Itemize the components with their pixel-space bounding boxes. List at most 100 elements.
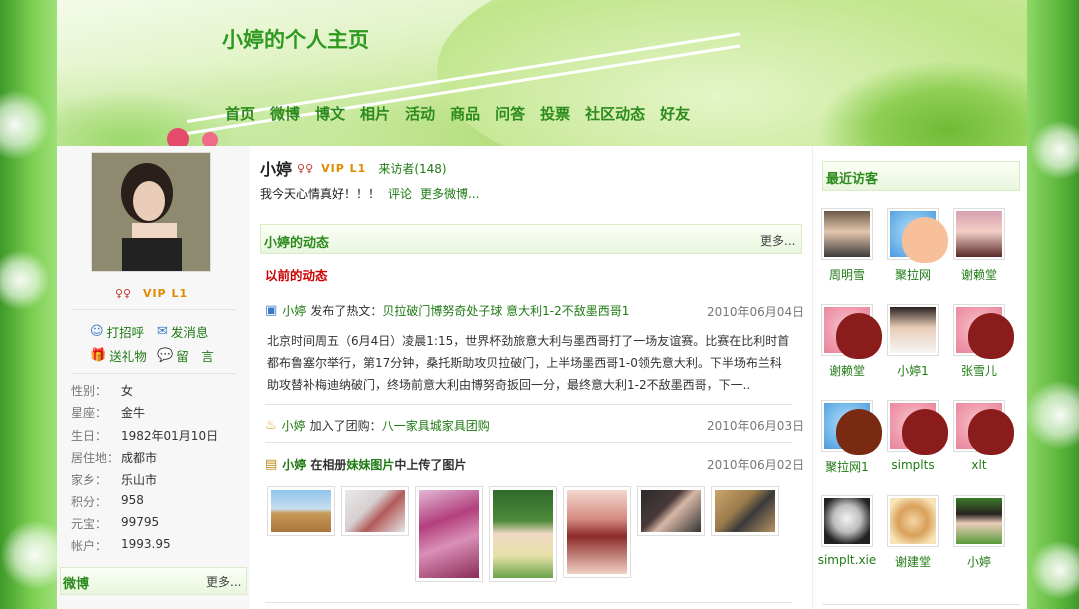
background-dandelion — [0, 250, 50, 310]
uploaded-photo[interactable] — [711, 486, 779, 536]
visitor-item[interactable]: simplt.xie — [817, 495, 877, 567]
user-name: 小婷 — [260, 160, 293, 179]
visitor-item[interactable]: 谢赖堂 — [817, 304, 882, 379]
visitor-item[interactable]: 小婷 — [949, 495, 1009, 570]
visitor-item[interactable]: 谢赖堂 — [949, 208, 1009, 283]
visitor-item[interactable]: 周明雪 — [817, 208, 877, 283]
main-nav: 首页 微博 博文 相片 活动 商品 问答 投票 社区动态 好友 — [225, 103, 705, 124]
info-key: 元宝： — [71, 517, 108, 531]
nav-weibo[interactable]: 微博 — [270, 103, 300, 124]
send-message-button[interactable]: ✉ 发消息 — [157, 322, 208, 341]
nav-home[interactable]: 首页 — [225, 103, 255, 124]
info-points: 积分： 958 — [71, 493, 144, 510]
info-zodiac: 星座： 金牛 — [71, 404, 145, 421]
status-text: 我今天心情真好！！！ — [260, 187, 381, 201]
header-banner: 小婷的个人主页 首页 微博 博文 相片 活动 商品 问答 投票 社区动态 好友 — [57, 0, 1027, 146]
feed-box-header — [260, 224, 802, 254]
avatar-photo — [92, 153, 210, 271]
status-line: 我今天心情真好！！！ 评论 更多微博... — [260, 185, 479, 202]
main-content: 小婷 ♀♀ VIP L1 来访者(148) 我今天心情真好！！！ 评论 更多微博… — [250, 146, 812, 609]
visitor-name: 聚拉网1 — [825, 460, 869, 474]
visitor-item[interactable]: 小婷1 — [883, 304, 943, 379]
visitor-name: 小婷1 — [897, 364, 929, 378]
visitor-avatar — [887, 495, 939, 547]
visitor-avatar — [821, 208, 873, 260]
visitor-avatar — [887, 400, 948, 455]
recent-visitors-panel: 最近访客 周明雪 聚拉网 谢赖堂 谢赖堂 小婷1 张雪儿 聚拉网1 simplt… — [812, 146, 1027, 609]
feed-user-link[interactable]: 小婷 — [282, 302, 306, 319]
visitor-name: 谢赖堂 — [828, 364, 865, 378]
visitor-item[interactable]: 谢建堂 — [883, 495, 943, 570]
visitor-avatar — [953, 400, 1014, 455]
avatar[interactable] — [91, 152, 211, 272]
uploaded-photo[interactable] — [415, 486, 483, 582]
feed-more-link[interactable]: 更多... — [760, 232, 795, 249]
weibo-more-link[interactable]: 更多... — [206, 573, 241, 590]
info-key: 家乡： — [71, 473, 108, 487]
greet-label: 打招呼 — [106, 325, 145, 340]
info-value: 958 — [121, 493, 144, 507]
vip-badge: ♀♀ VIP L1 — [115, 286, 188, 300]
feed-target-link[interactable]: 贝拉破门博努奇处子球 意大利1-2不敌墨西哥1 — [382, 302, 629, 319]
comment-link[interactable]: 评论 — [388, 185, 412, 202]
feed-box-title: 小婷的动态 — [264, 236, 330, 251]
feed-user-link[interactable]: 小婷 — [282, 417, 306, 434]
background-dandelion — [0, 90, 50, 160]
visitors-link[interactable]: 来访者(148) — [378, 160, 446, 177]
leave-message-label: 留 言 — [176, 349, 214, 364]
vip-level: VIP L1 — [321, 161, 367, 175]
nav-friends[interactable]: 好友 — [660, 103, 690, 124]
visitor-item[interactable]: 聚拉网1 — [817, 400, 882, 475]
background-dandelion — [1030, 540, 1079, 600]
nav-photos[interactable]: 相片 — [360, 103, 390, 124]
visitor-item[interactable]: xlt — [949, 400, 1014, 472]
uploaded-photo[interactable] — [563, 486, 631, 578]
info-residence: 居住地： 成都市 — [71, 449, 157, 466]
info-value: 99795 — [121, 515, 160, 529]
background-dandelion — [1025, 380, 1079, 450]
info-value: 1982年01月10日 — [121, 429, 219, 443]
uploaded-photo[interactable] — [489, 486, 557, 582]
nav-community[interactable]: 社区动态 — [585, 103, 645, 124]
nav-vote[interactable]: 投票 — [540, 103, 570, 124]
feed-user-link[interactable]: 小婷 — [282, 456, 306, 473]
info-key: 星座： — [71, 406, 108, 420]
nav-products[interactable]: 商品 — [450, 103, 480, 124]
album-link[interactable]: 妹妹图片 — [346, 456, 394, 473]
info-value: 金牛 — [121, 406, 146, 420]
visitor-name: 谢赖堂 — [960, 268, 997, 282]
divider — [71, 373, 236, 374]
visitor-name: 谢建堂 — [894, 555, 931, 569]
page-title: 小婷的个人主页 — [222, 28, 369, 52]
info-value: 女 — [121, 384, 134, 398]
feed-date: 2010年06月04日 — [707, 305, 805, 319]
visitors-box-title: 最近访客 — [826, 172, 879, 187]
info-key: 居住地： — [71, 451, 120, 465]
info-value: 乐山市 — [121, 473, 158, 487]
feed-action: 加入了团购： — [309, 419, 382, 433]
uploaded-photo[interactable] — [637, 486, 705, 536]
divider — [265, 602, 792, 603]
visitor-name: 小婷 — [966, 555, 991, 569]
info-account: 帐户： 1993.95 — [71, 537, 171, 554]
info-value: 1993.95 — [121, 537, 171, 551]
divider — [71, 309, 236, 310]
feed-date: 2010年06月03日 — [707, 419, 805, 433]
greet-button[interactable]: ☺ 打招呼 — [90, 322, 144, 341]
users-icon: ♀♀ — [297, 161, 314, 175]
send-gift-button[interactable]: 🎁 送礼物 — [90, 346, 147, 365]
more-weibo-link[interactable]: 更多微博... — [420, 185, 479, 202]
uploaded-photo[interactable] — [341, 486, 409, 536]
nav-blog[interactable]: 博文 — [315, 103, 345, 124]
uploaded-photo[interactable] — [267, 486, 335, 536]
nav-qa[interactable]: 问答 — [495, 103, 525, 124]
groupbuy-icon: ♨ — [265, 418, 277, 433]
visitor-item[interactable]: 聚拉网 — [883, 208, 948, 283]
speech-bubble-icon: 💬 — [157, 348, 174, 363]
leave-message-button[interactable]: 💬 留 言 — [157, 346, 214, 365]
visitor-item[interactable]: simplts — [883, 400, 948, 472]
message-label: 发消息 — [170, 325, 209, 340]
feed-target-link[interactable]: 八一家具城家具团购 — [382, 417, 490, 434]
nav-activities[interactable]: 活动 — [405, 103, 435, 124]
visitor-item[interactable]: 张雪儿 — [949, 304, 1014, 379]
